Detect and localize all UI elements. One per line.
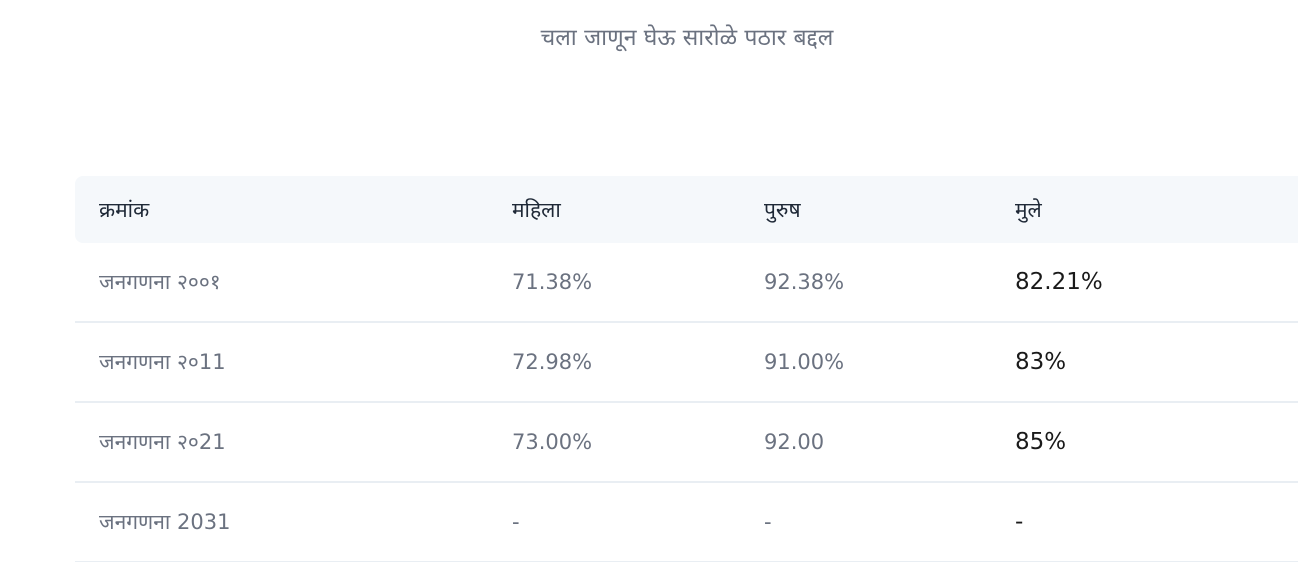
cell-men: 92.00: [764, 430, 825, 454]
cell-census: जनगणना 2031: [99, 510, 231, 534]
header-women: महिला: [512, 197, 561, 222]
cell-women: 73.00%: [512, 430, 593, 454]
cell-children: 82.21%: [1015, 269, 1103, 295]
header-men: पुरुष: [764, 197, 801, 222]
cell-census: जनगणना २००१: [99, 270, 221, 294]
cell-children: -: [1015, 509, 1024, 535]
cell-women: 71.38%: [512, 270, 593, 294]
table-row: जनगणना २०11 72.98% 91.00% 83%: [75, 323, 1298, 403]
cell-census: जनगणना २०21: [99, 430, 226, 454]
page: चला जाणून घेऊ सारोळे पठार बद्दल क्रमांक …: [0, 0, 1298, 562]
page-subtitle: चला जाणून घेऊ सारोळे पठार बद्दल: [540, 25, 834, 51]
cell-men: -: [764, 510, 772, 534]
table-row: जनगणना २०21 73.00% 92.00 85%: [75, 403, 1298, 483]
table-header: क्रमांक महिला पुरुष मुले: [75, 176, 1298, 243]
header-serial: क्रमांक: [99, 197, 150, 222]
header-children: मुले: [1015, 197, 1042, 222]
cell-men: 91.00%: [764, 350, 845, 374]
cell-men: 92.38%: [764, 270, 845, 294]
table-row: जनगणना २००१ 71.38% 92.38% 82.21%: [75, 243, 1298, 323]
cell-children: 85%: [1015, 429, 1067, 455]
cell-census: जनगणना २०11: [99, 350, 226, 374]
literacy-table: क्रमांक महिला पुरुष मुले जनगणना २००१ 71.…: [75, 176, 1298, 562]
table-row: जनगणना 2031 - - -: [75, 483, 1298, 562]
cell-women: 72.98%: [512, 350, 593, 374]
cell-children: 83%: [1015, 349, 1067, 375]
cell-women: -: [512, 510, 520, 534]
